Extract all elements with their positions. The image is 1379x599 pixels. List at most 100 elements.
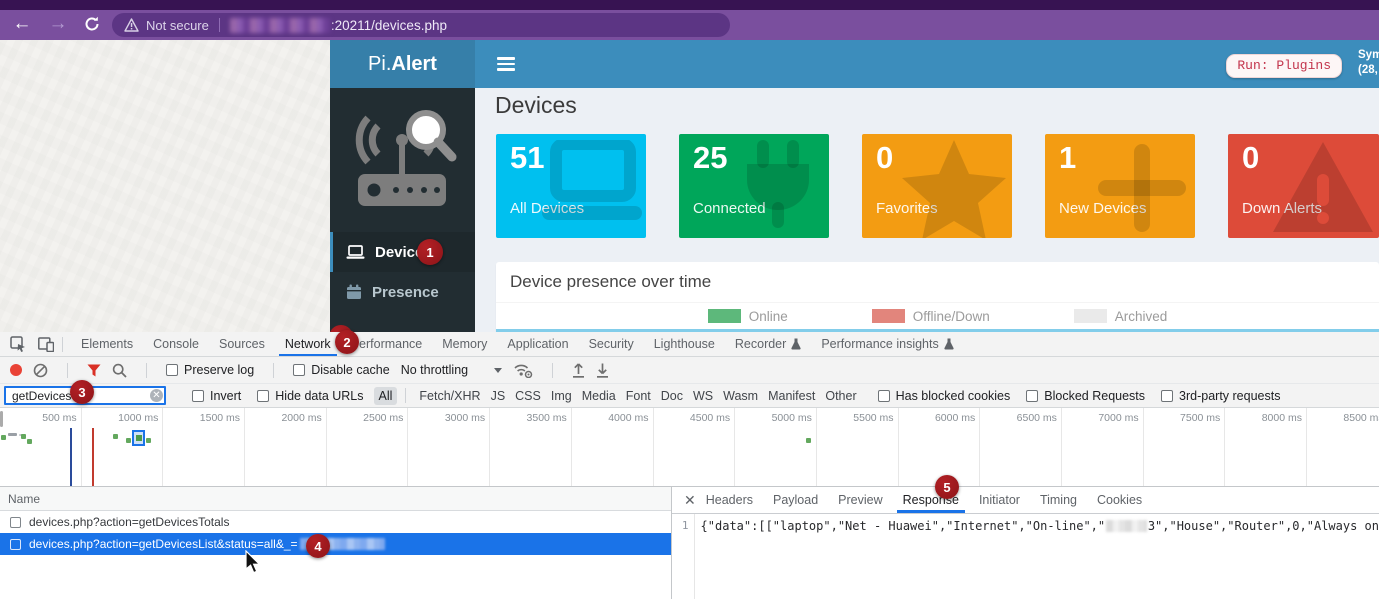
presence-panel: Device presence over time Online Offline…: [496, 262, 1379, 332]
type-filter-font[interactable]: Font: [621, 387, 656, 405]
record-button[interactable]: [10, 364, 22, 376]
card-all-devices[interactable]: 51 All Devices: [496, 134, 646, 238]
sidebar: Devices Presence: [330, 88, 475, 332]
plus-icon: [1093, 140, 1191, 238]
type-filter-wasm[interactable]: Wasm: [718, 387, 763, 405]
tab-recorder[interactable]: Recorder: [725, 332, 811, 356]
type-filter-js[interactable]: JS: [486, 387, 511, 405]
reload-icon[interactable]: [80, 12, 104, 36]
card-new-devices[interactable]: 1 New Devices: [1045, 134, 1195, 238]
preserve-log-checkbox[interactable]: Preserve log: [166, 363, 254, 377]
overview-scrollbar[interactable]: [0, 411, 3, 427]
tab-security[interactable]: Security: [579, 332, 644, 356]
invert-checkbox[interactable]: Invert: [192, 389, 241, 403]
tab-application[interactable]: Application: [497, 332, 578, 356]
clear-filter-icon[interactable]: ✕: [150, 389, 163, 402]
forward-icon[interactable]: →: [46, 12, 70, 36]
card-value: 25: [693, 140, 727, 176]
tab-timing[interactable]: Timing: [1030, 487, 1087, 513]
type-filter-other[interactable]: Other: [820, 387, 861, 405]
detail-tabbar: ✕ Headers Payload Preview Response Initi…: [672, 487, 1379, 514]
tab-elements[interactable]: Elements: [71, 332, 143, 356]
request-row-totals[interactable]: devices.php?action=getDevicesTotals: [0, 511, 671, 533]
type-filter-manifest[interactable]: Manifest: [763, 387, 820, 405]
checkbox: [257, 390, 269, 402]
type-filter-css[interactable]: CSS: [510, 387, 546, 405]
third-party-requests-checkbox[interactable]: 3rd-party requests: [1161, 389, 1280, 403]
import-har-icon[interactable]: [572, 363, 585, 378]
tab-performance-insights[interactable]: Performance insights: [811, 332, 963, 356]
legend-item-online[interactable]: Online: [708, 309, 788, 324]
address-bar[interactable]: Not secure :20211/devices.php: [112, 13, 730, 37]
legend-swatch-archived: [1074, 309, 1107, 323]
response-json-line: {"data":[["laptop","Net - Huawei","Inter…: [695, 514, 1379, 599]
step-badge-3: 3: [70, 380, 94, 404]
desktop-background: [0, 40, 330, 332]
type-filter-all[interactable]: All: [374, 387, 398, 405]
search-icon[interactable]: [112, 363, 127, 378]
not-secure-label: Not secure: [146, 18, 209, 33]
back-icon[interactable]: ←: [10, 12, 34, 36]
checkbox: [166, 364, 178, 376]
warning-triangle-icon: [1271, 140, 1375, 238]
checkbox[interactable]: [10, 539, 21, 550]
tab-lighthouse[interactable]: Lighthouse: [644, 332, 725, 356]
card-favorites[interactable]: 0 Favorites: [862, 134, 1012, 238]
browser-tabstrip: [0, 0, 1379, 10]
selected-request-marker: [132, 430, 145, 446]
tab-sources[interactable]: Sources: [209, 332, 275, 356]
app-logo[interactable]: Pi.Alert: [330, 40, 475, 88]
tab-cookies[interactable]: Cookies: [1087, 487, 1152, 513]
network-toolbar: Preserve log Disable cache No throttling: [0, 357, 1379, 384]
legend-item-offline[interactable]: Offline/Down: [872, 309, 990, 324]
export-har-icon[interactable]: [596, 363, 609, 378]
sidebar-item-devices[interactable]: Devices: [330, 232, 475, 272]
legend-swatch-online: [708, 309, 741, 323]
run-plugins-button[interactable]: Run: Plugins: [1226, 54, 1342, 78]
tab-headers[interactable]: Headers: [696, 487, 763, 513]
tab-network[interactable]: Network: [275, 332, 341, 356]
type-filter-doc[interactable]: Doc: [656, 387, 688, 405]
tab-memory[interactable]: Memory: [432, 332, 497, 356]
tab-initiator[interactable]: Initiator: [969, 487, 1030, 513]
tabbar-separator: [62, 337, 63, 352]
clear-icon[interactable]: [33, 363, 48, 378]
response-viewer[interactable]: 1 {"data":[["laptop","Net - Huawei","Int…: [672, 514, 1379, 599]
inspect-element-icon[interactable]: [10, 336, 26, 352]
checkbox[interactable]: [10, 517, 21, 528]
sidebar-item-presence[interactable]: Presence: [330, 272, 475, 312]
step-badge-2: 2: [335, 330, 359, 354]
card-down-alerts[interactable]: 0 Down Alerts: [1228, 134, 1379, 238]
header-right-status: Sym (28,: [1358, 48, 1379, 78]
name-column-header[interactable]: Name: [0, 487, 671, 511]
close-icon[interactable]: ✕: [684, 492, 696, 509]
menu-toggle-icon[interactable]: [497, 57, 515, 71]
type-filter-ws[interactable]: WS: [688, 387, 718, 405]
mouse-cursor: [245, 550, 263, 580]
redacted-response-value: [1106, 520, 1147, 532]
has-blocked-cookies-checkbox[interactable]: Has blocked cookies: [878, 389, 1011, 403]
throttling-select[interactable]: No throttling: [401, 363, 502, 377]
step-badge-5: 5: [935, 475, 959, 499]
hide-data-urls-checkbox[interactable]: Hide data URLs: [257, 389, 363, 403]
type-filter-fetch-xhr[interactable]: Fetch/XHR: [414, 387, 485, 405]
legend-item-archived[interactable]: Archived: [1074, 309, 1168, 324]
line-number: 1: [672, 514, 695, 599]
request-row-devices-list[interactable]: devices.php?action=getDevicesList&status…: [0, 533, 671, 555]
disable-cache-checkbox[interactable]: Disable cache: [293, 363, 390, 377]
tab-console[interactable]: Console: [143, 332, 209, 356]
network-conditions-icon[interactable]: [513, 362, 533, 378]
type-filter-media[interactable]: Media: [577, 387, 621, 405]
tab-preview[interactable]: Preview: [828, 487, 892, 513]
device-toolbar-icon[interactable]: [38, 337, 54, 352]
devtools-tabbar: Elements Console Sources Network Perform…: [0, 332, 1379, 357]
not-secure-warning-icon: [124, 18, 139, 32]
tab-payload[interactable]: Payload: [763, 487, 828, 513]
type-filter-img[interactable]: Img: [546, 387, 577, 405]
chevron-down-icon: [494, 368, 502, 373]
card-connected[interactable]: 25 Connected: [679, 134, 829, 238]
filter-icon[interactable]: [87, 364, 101, 377]
blocked-requests-checkbox[interactable]: Blocked Requests: [1026, 389, 1145, 403]
url-text: :20211/devices.php: [331, 18, 447, 33]
network-overview-timeline[interactable]: 500 ms 1000 ms 1500 ms 2000 ms 2500 ms 3…: [0, 408, 1379, 487]
